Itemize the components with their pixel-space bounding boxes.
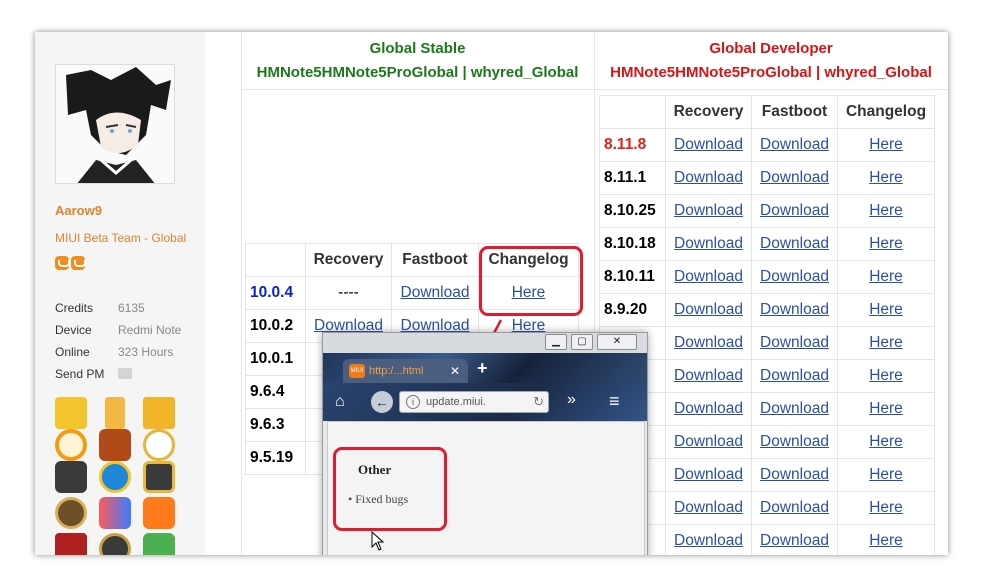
minimize-icon[interactable]: ▁ (545, 334, 567, 350)
url-text: update.miui. (426, 396, 486, 408)
cursor-icon (371, 531, 385, 551)
reload-icon[interactable]: ↻ (533, 392, 544, 412)
close-icon[interactable]: ✕ (597, 334, 637, 350)
plus-icon[interactable]: + (477, 358, 488, 379)
browser-tab[interactable]: MIUI http:/...html ✕ (343, 359, 468, 383)
changelog-content-highlight (333, 447, 447, 531)
back-icon[interactable]: ← (371, 391, 393, 413)
overflow-icon[interactable]: » (567, 391, 576, 409)
browser-toolbar: ⌂ ← i update.miui. ↻ » ≡ (323, 383, 647, 421)
maximize-icon[interactable]: ▢ (571, 334, 593, 350)
menu-icon[interactable]: ≡ (609, 391, 620, 412)
screenshot-frame: Aarow9 MIUI Beta Team - Global Credits 6… (35, 32, 948, 555)
info-icon[interactable]: i (406, 395, 420, 409)
home-icon[interactable]: ⌂ (335, 393, 345, 411)
browser-popup-window: ▁ ▢ ✕ MIUI http:/...html ✕ + ⌂ ← i updat… (322, 332, 648, 555)
miui-favicon-icon: MIUI (349, 364, 365, 378)
tab-title: http:/...html (369, 365, 424, 377)
url-field[interactable]: i update.miui. ↻ (399, 391, 549, 413)
tab-strip: MIUI http:/...html ✕ + (323, 353, 647, 383)
tab-close-icon[interactable]: ✕ (450, 359, 460, 383)
window-titlebar: ▁ ▢ ✕ (323, 333, 647, 353)
